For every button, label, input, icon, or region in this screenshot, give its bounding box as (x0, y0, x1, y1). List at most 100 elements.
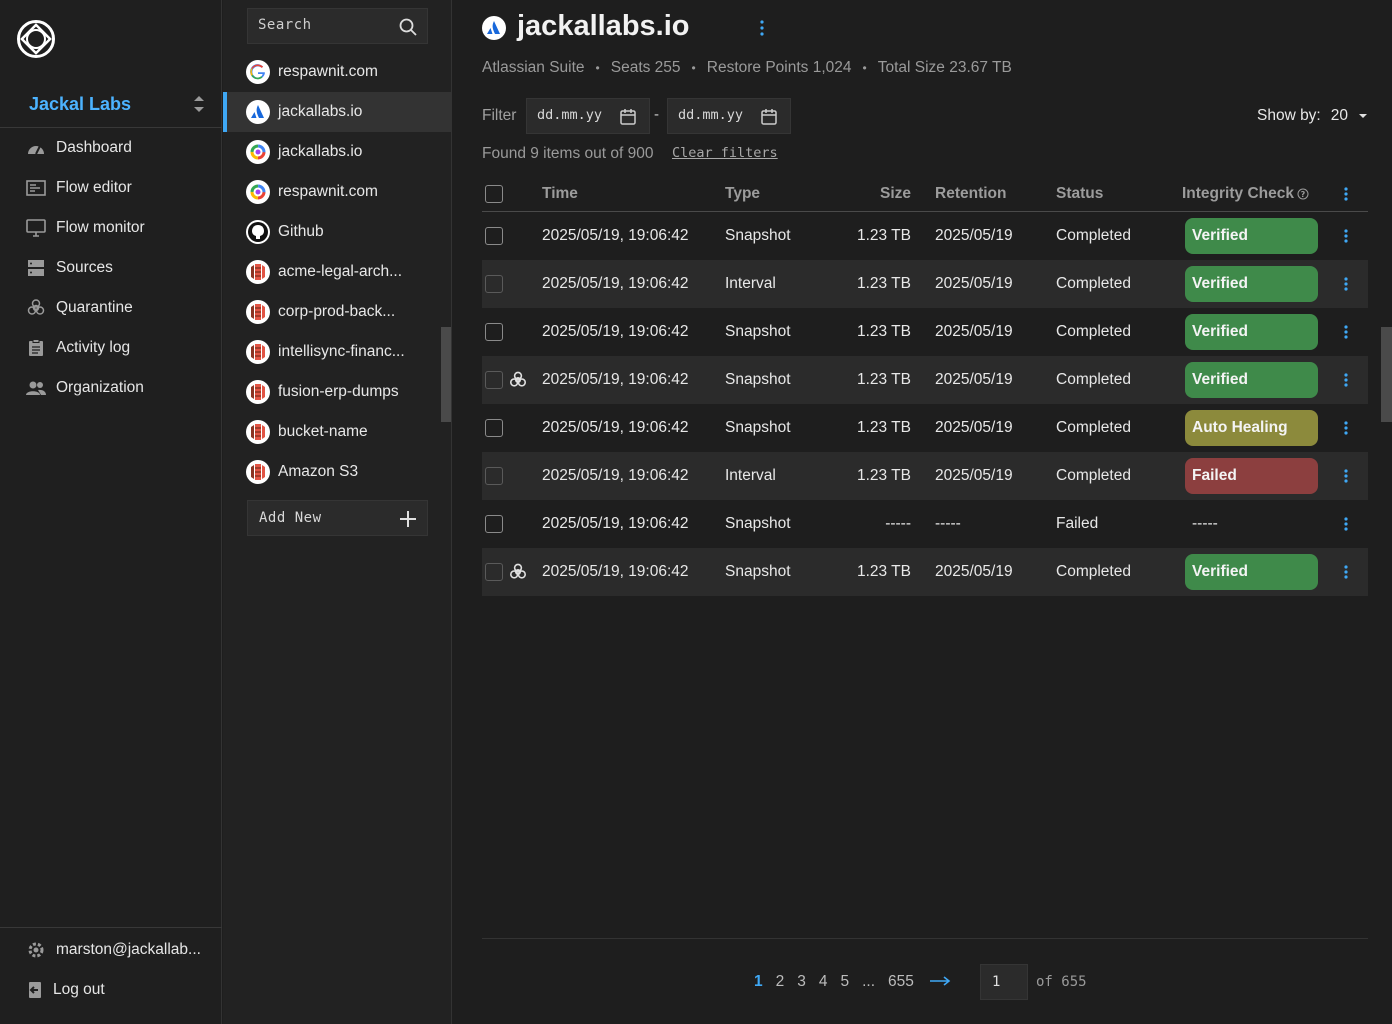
org-switcher[interactable]: Jackal Labs (0, 84, 222, 128)
row-checkbox[interactable] (485, 419, 503, 437)
more-vertical-icon[interactable] (1338, 560, 1354, 584)
sidebar-item-flow-editor[interactable]: Flow editor (0, 170, 222, 206)
chevron-up-down-icon[interactable] (192, 94, 206, 114)
sidebar-item-dashboard[interactable]: Dashboard (0, 130, 222, 166)
row-checkbox[interactable] (485, 227, 503, 245)
more-vertical-icon[interactable] (1338, 368, 1354, 392)
sidebar-item-flow-monitor[interactable]: Flow monitor (0, 210, 222, 246)
search-input[interactable] (258, 17, 388, 33)
date-to-field[interactable] (667, 98, 791, 134)
more-vertical-icon[interactable] (1338, 512, 1354, 536)
user-account-item[interactable]: marston@jackallab... (0, 932, 222, 968)
page-link[interactable]: 4 (819, 973, 828, 991)
source-item[interactable]: Amazon S3 (223, 452, 452, 492)
more-vertical-icon[interactable] (1338, 272, 1354, 296)
sidebar-item-organization[interactable]: Organization (0, 370, 222, 406)
sidebar-item-quarantine[interactable]: Quarantine (0, 290, 222, 326)
column-integrity[interactable]: Integrity Check ? (1182, 176, 1309, 211)
page-link[interactable]: 1 (754, 973, 763, 991)
table-row[interactable]: 2025/05/19, 19:06:42 Snapshot ----- ----- Fa… (482, 500, 1368, 548)
page-link[interactable]: 2 (776, 973, 785, 991)
integrity-badge[interactable]: Verified (1185, 218, 1318, 254)
table-options-icon[interactable] (1338, 182, 1354, 206)
search-icon[interactable] (398, 17, 418, 37)
calendar-icon[interactable] (619, 108, 637, 126)
column-time[interactable]: Time (542, 176, 578, 211)
sidebar-item-label: Dashboard (56, 139, 132, 156)
source-item-label: jackallabs.io (278, 103, 363, 120)
row-checkbox[interactable] (485, 275, 503, 293)
table-row[interactable]: 2025/05/19, 19:06:42 Snapshot 1.23 TB 2025/… (482, 356, 1368, 404)
sidebar-item-label: Flow editor (56, 179, 132, 196)
row-checkbox[interactable] (485, 371, 503, 389)
date-from-field[interactable] (526, 98, 650, 134)
source-item[interactable]: respawnit.com (223, 52, 452, 92)
source-list-scrollbar[interactable] (441, 327, 451, 422)
column-retention[interactable]: Retention (935, 176, 1006, 211)
date-to-input[interactable] (678, 107, 758, 123)
table-row[interactable]: 2025/05/19, 19:06:42 Snapshot 1.23 TB 2025/… (482, 212, 1368, 260)
source-item[interactable]: jackallabs.io (223, 132, 452, 172)
source-item[interactable]: fusion-erp-dumps (223, 372, 452, 412)
show-by-select[interactable]: Show by: 20 (1257, 107, 1368, 125)
type-cell: Snapshot (725, 323, 791, 340)
date-from-input[interactable] (537, 107, 617, 123)
source-item-label: acme-legal-arch... (278, 263, 403, 280)
biohazard-icon[interactable] (509, 356, 527, 404)
logout-button[interactable]: Log out (0, 972, 222, 1008)
source-item[interactable]: respawnit.com (223, 172, 452, 212)
column-type[interactable]: Type (725, 176, 760, 211)
integrity-badge[interactable]: Verified (1185, 314, 1318, 350)
integrity-cell: ----- (1185, 500, 1218, 548)
main-scrollbar[interactable] (1381, 327, 1392, 422)
row-checkbox[interactable] (485, 323, 503, 341)
source-item-label: respawnit.com (278, 183, 378, 200)
table-row[interactable]: 2025/05/19, 19:06:42 Interval 1.23 TB 2025/… (482, 260, 1368, 308)
arrow-right-icon[interactable] (929, 973, 951, 991)
integrity-badge[interactable]: Verified (1185, 362, 1318, 398)
column-size[interactable]: Size (880, 176, 911, 211)
integrity-badge[interactable]: Verified (1185, 266, 1318, 302)
source-item[interactable]: jackallabs.io (223, 92, 452, 132)
biohazard-icon[interactable] (509, 548, 527, 596)
sidebar-item-sources[interactable]: Sources (0, 250, 222, 286)
source-item[interactable]: Github (223, 212, 452, 252)
status-cell: Completed (1056, 563, 1131, 580)
source-item[interactable]: acme-legal-arch... (223, 252, 452, 292)
more-vertical-icon[interactable] (1338, 416, 1354, 440)
more-vertical-icon[interactable] (1338, 224, 1354, 248)
type-cell: Interval (725, 275, 776, 292)
calendar-icon[interactable] (760, 108, 778, 126)
retention-cell: 2025/05/19 (935, 371, 1013, 388)
table-row[interactable]: 2025/05/19, 19:06:42 Snapshot 1.23 TB 2025/… (482, 404, 1368, 452)
table-row[interactable]: 2025/05/19, 19:06:42 Interval 1.23 TB 2025/… (482, 452, 1368, 500)
page-link[interactable]: 5 (841, 973, 850, 991)
clear-filters-link[interactable]: Clear filters (672, 145, 778, 161)
source-search[interactable] (247, 8, 428, 44)
more-vertical-icon[interactable] (1338, 320, 1354, 344)
select-all-checkbox[interactable] (485, 184, 503, 203)
row-checkbox[interactable] (485, 515, 503, 533)
column-status[interactable]: Status (1056, 176, 1103, 211)
app-logo-icon[interactable] (16, 19, 56, 59)
source-item[interactable]: intellisync-financ... (223, 332, 452, 372)
row-checkbox[interactable] (485, 563, 503, 581)
integrity-badge[interactable]: Verified (1185, 554, 1318, 590)
page-number-input[interactable] (980, 964, 1028, 1000)
sidebar-item-activity-log[interactable]: Activity log (0, 330, 222, 366)
main-sidebar: Jackal Labs Dashboard Flow editor Flow mon… (0, 0, 222, 1024)
add-new-source-button[interactable]: Add New (247, 500, 428, 536)
source-item[interactable]: corp-prod-back... (223, 292, 452, 332)
more-vertical-icon[interactable] (754, 19, 770, 37)
row-checkbox[interactable] (485, 467, 503, 485)
page-link[interactable]: 3 (797, 973, 806, 991)
table-row[interactable]: 2025/05/19, 19:06:42 Snapshot 1.23 TB 2025/… (482, 548, 1368, 596)
integrity-badge[interactable]: Auto Healing (1185, 410, 1318, 446)
table-row[interactable]: 2025/05/19, 19:06:42 Snapshot 1.23 TB 2025/… (482, 308, 1368, 356)
page-link[interactable]: 655 (888, 973, 914, 991)
source-item[interactable]: bucket-name (223, 412, 452, 452)
help-circle-icon[interactable]: ? (1297, 188, 1309, 200)
more-vertical-icon[interactable] (1338, 464, 1354, 488)
integrity-badge[interactable]: Failed (1185, 458, 1318, 494)
time-cell: 2025/05/19, 19:06:42 (542, 419, 689, 436)
